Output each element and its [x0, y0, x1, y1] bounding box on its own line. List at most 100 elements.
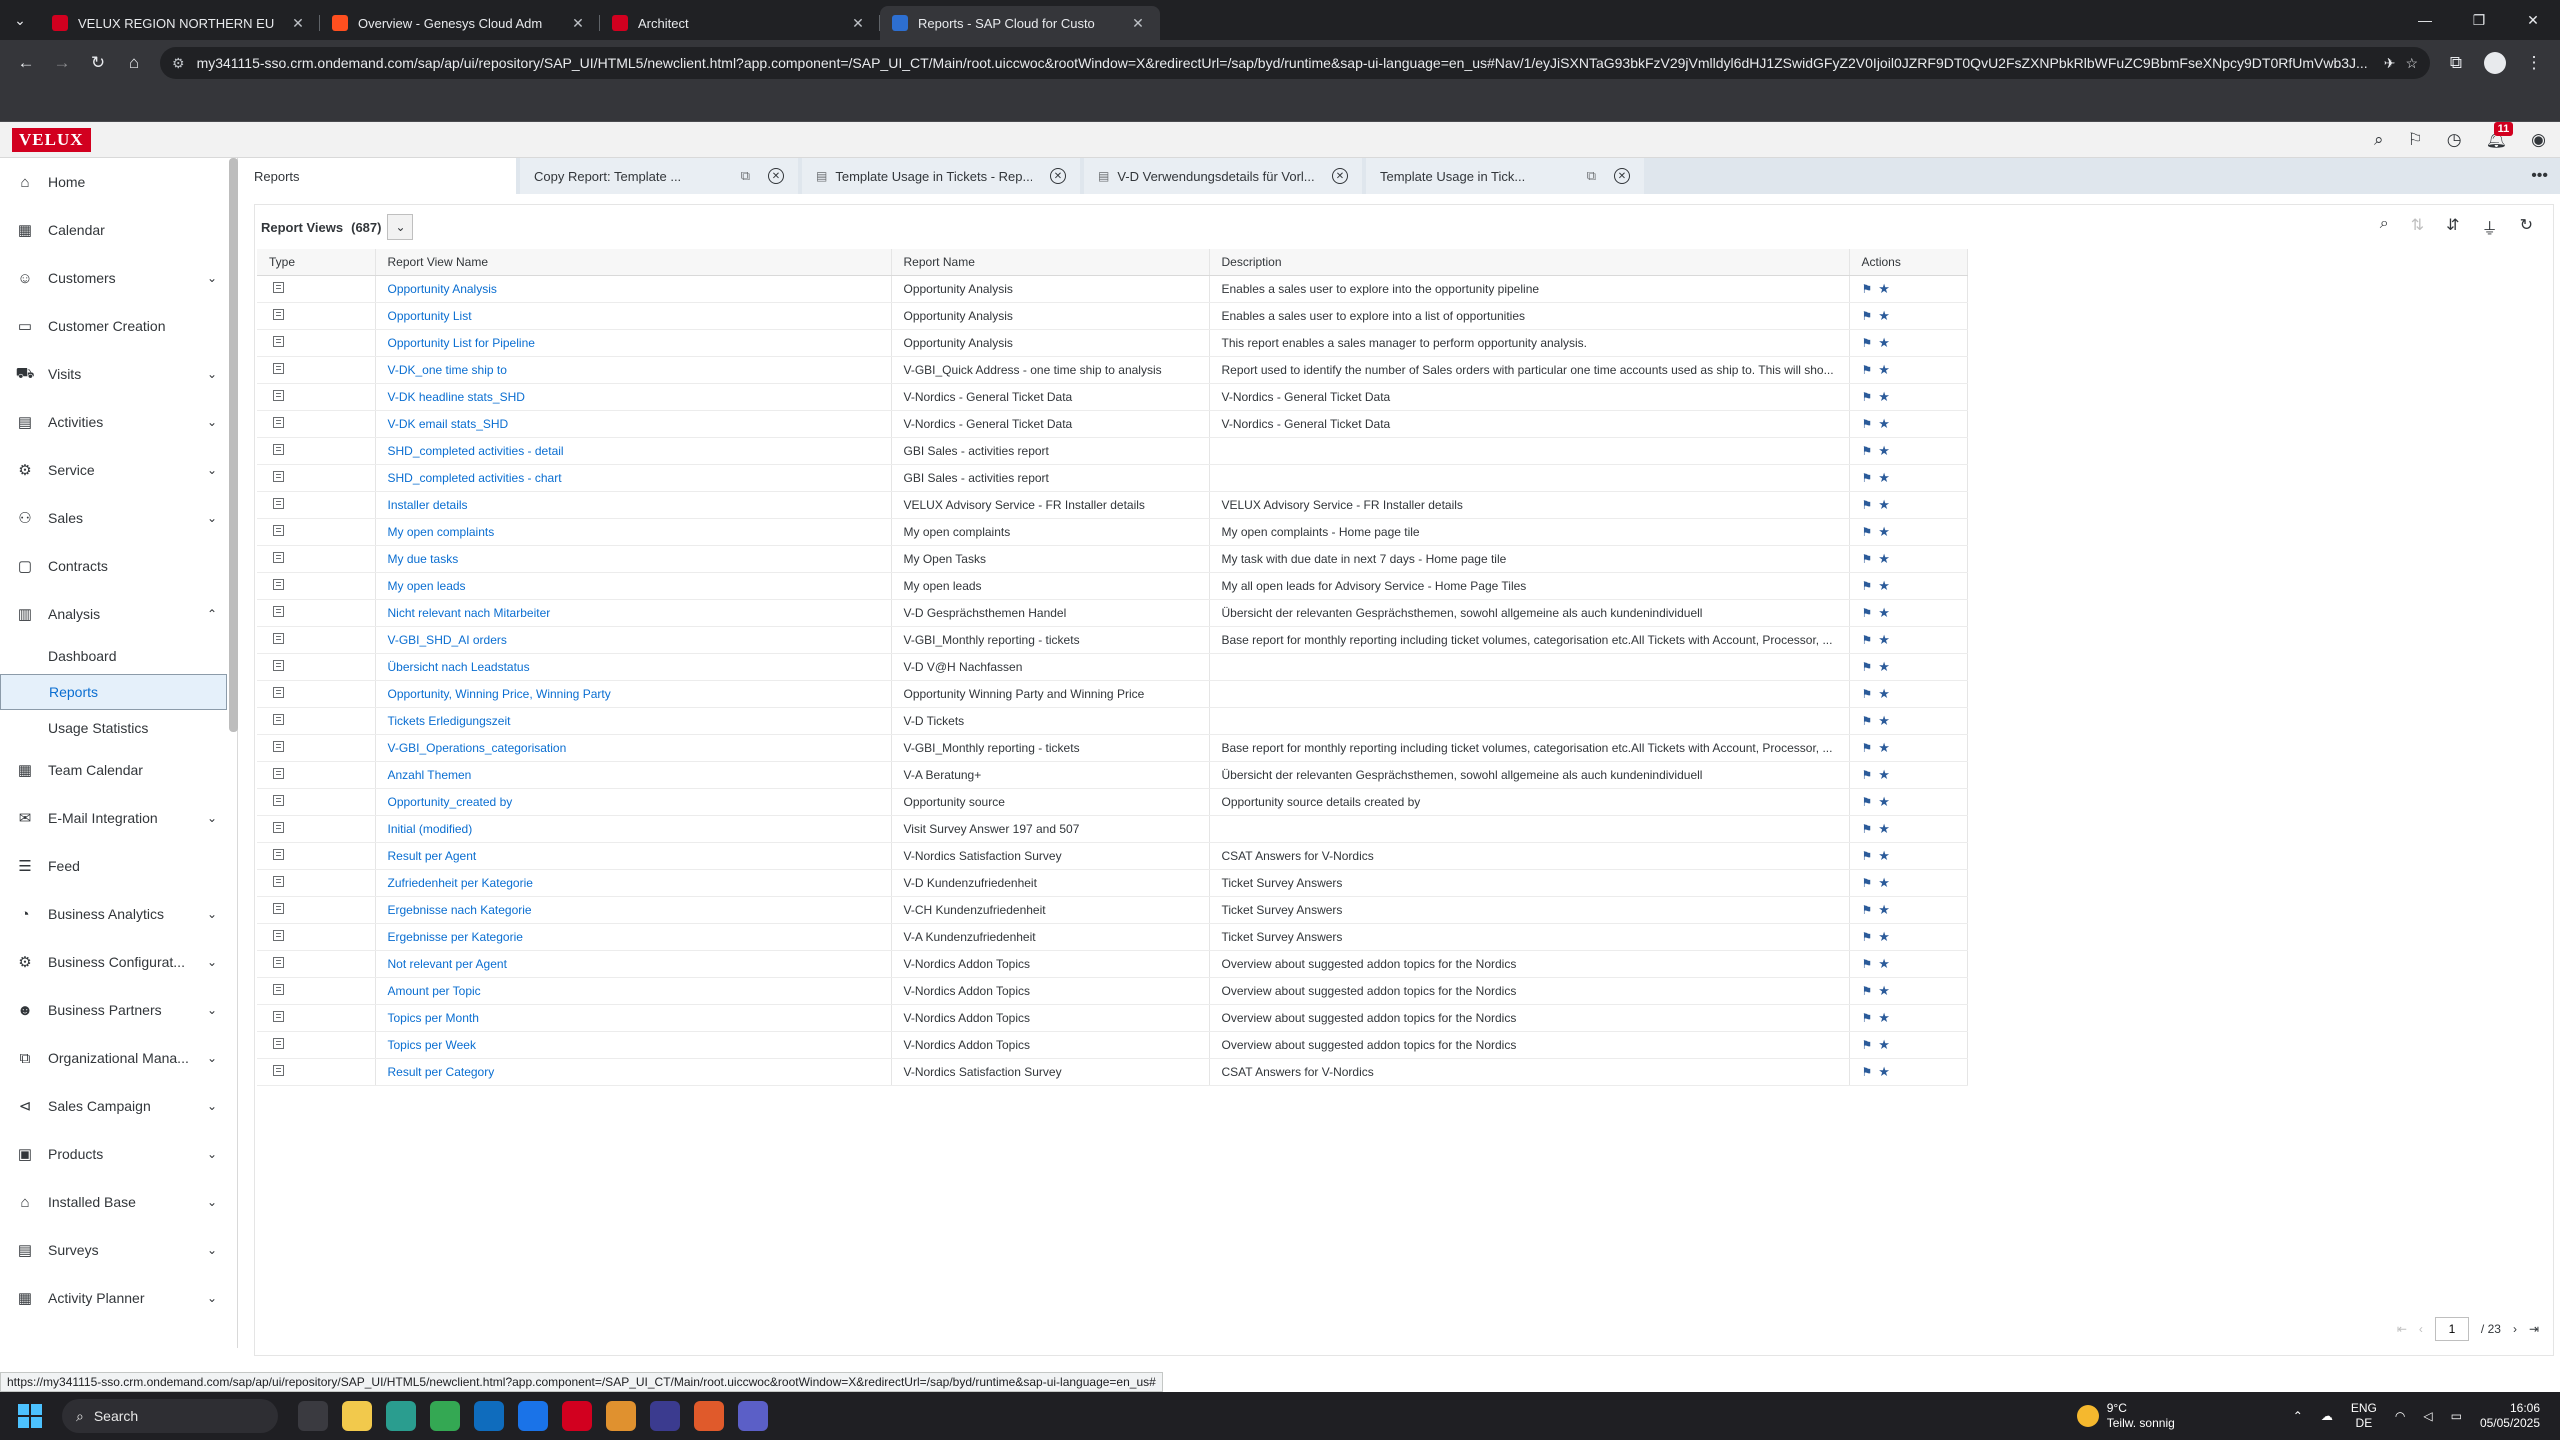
share-icon[interactable]: ✈: [2384, 55, 2396, 72]
tab-search-icon[interactable]: ⌄: [0, 0, 40, 40]
column-header[interactable]: Report View Name: [375, 249, 892, 276]
close-window-icon[interactable]: ✕: [2506, 12, 2560, 29]
sidebar-item[interactable]: ▦ Calendar: [0, 206, 237, 254]
table-row[interactable]: SHD_completed activities - chart GBI Sale…: [257, 464, 1968, 492]
column-header[interactable]: Type: [257, 249, 376, 276]
report-view-name-link[interactable]: Zufriedenheit per Kategorie: [375, 869, 892, 897]
flag-icon[interactable]: ⚑: [1862, 768, 1873, 782]
tab-close-icon[interactable]: ✕: [1614, 168, 1630, 184]
flag-icon[interactable]: ⚑: [1862, 525, 1873, 539]
table-row[interactable]: Initial (modified) Visit Survey Answer 19…: [257, 815, 1968, 843]
tab-close-icon[interactable]: ✕: [768, 168, 784, 184]
flag-icon[interactable]: ⚑: [1862, 795, 1873, 809]
content-tab[interactable]: Template Usage in Tick... ⧉ ✕: [1366, 158, 1644, 194]
favorite-star-icon[interactable]: ★: [1878, 1010, 1890, 1025]
report-view-name-link[interactable]: Opportunity List: [375, 302, 892, 330]
browser-tab[interactable]: VELUX REGION NORTHERN EU ✕: [40, 6, 320, 40]
chevron-icon[interactable]: ⌄: [197, 955, 227, 969]
sidebar-item[interactable]: ⚙ Service ⌄: [0, 446, 237, 494]
favorite-star-icon[interactable]: ★: [1878, 1064, 1890, 1079]
filter-icon[interactable]: ⏚: [2482, 215, 2498, 239]
sidebar-item[interactable]: ▣ Products ⌄: [0, 1130, 237, 1178]
favorite-star-icon[interactable]: ★: [1878, 524, 1890, 539]
table-row[interactable]: Result per Agent V-Nordics Satisfaction S…: [257, 842, 1968, 870]
chevron-icon[interactable]: ⌃: [197, 607, 227, 621]
report-view-name-link[interactable]: Opportunity Analysis: [375, 275, 892, 303]
search-icon[interactable]: ⌕: [2374, 130, 2384, 150]
sidebar-item[interactable]: ⚙ Business Configurat... ⌄: [0, 938, 237, 986]
report-view-name-link[interactable]: Installer details: [375, 491, 892, 519]
task-view-icon[interactable]: [298, 1401, 328, 1431]
table-row[interactable]: My open leads My open leads My all open le…: [257, 572, 1968, 600]
genesys-icon[interactable]: [562, 1401, 592, 1431]
edge-icon[interactable]: [386, 1401, 416, 1431]
favorite-star-icon[interactable]: ★: [1878, 605, 1890, 620]
sidebar-item[interactable]: ⌂ Home: [0, 158, 237, 206]
browser-tab[interactable]: Overview - Genesys Cloud Adm ✕: [320, 6, 600, 40]
sidebar-item[interactable]: ▭ Customer Creation: [0, 302, 237, 350]
favorite-star-icon[interactable]: ★: [1878, 713, 1890, 728]
report-view-name-link[interactable]: V-DK_one time ship to: [375, 356, 892, 384]
restore-icon[interactable]: ❐: [2452, 12, 2506, 29]
flag-icon[interactable]: ⚑: [1862, 390, 1873, 404]
table-row[interactable]: My due tasks My Open Tasks My task with du…: [257, 545, 1968, 573]
flag-icon[interactable]: ⚑: [1862, 633, 1873, 647]
flag-icon[interactable]: ⚑: [1862, 336, 1873, 350]
report-view-name-link[interactable]: Topics per Week: [375, 1031, 892, 1059]
favorite-star-icon[interactable]: ★: [1878, 362, 1890, 377]
start-icon[interactable]: [18, 1404, 42, 1428]
table-row[interactable]: Zufriedenheit per Kategorie V-D Kundenzuf…: [257, 869, 1968, 897]
sidebar-item[interactable]: ▢ Contracts: [0, 542, 237, 590]
table-row[interactable]: Opportunity Analysis Opportunity Analysis…: [257, 275, 1968, 303]
notifications-icon[interactable]: 🔔︎ 11: [2486, 121, 2514, 150]
chevron-icon[interactable]: ⌄: [197, 415, 227, 429]
refresh-icon[interactable]: ↻: [2520, 215, 2533, 239]
tab-close-icon[interactable]: ✕: [288, 15, 308, 32]
table-row[interactable]: Übersicht nach Leadstatus V-D V@H Nachfas…: [257, 653, 1968, 681]
flag-icon[interactable]: ⚑: [1862, 957, 1873, 971]
report-view-name-link[interactable]: Ergebnisse nach Kategorie: [375, 896, 892, 924]
content-tab[interactable]: ▤ V-D Verwendungsdetails für Vorl... ✕: [1084, 158, 1362, 194]
flag-icon[interactable]: ⚑: [1862, 1011, 1873, 1025]
flag-icon[interactable]: ⚑: [1862, 282, 1873, 296]
sidebar-item[interactable]: ☰ Feed: [0, 842, 237, 890]
teams-icon[interactable]: [738, 1401, 768, 1431]
favorite-star-icon[interactable]: ★: [1878, 389, 1890, 404]
column-header[interactable]: Report Name: [891, 249, 1210, 276]
chevron-icon[interactable]: ⌄: [197, 1003, 227, 1017]
browser-menu-icon[interactable]: ⋮: [2516, 45, 2552, 81]
report-view-name-link[interactable]: SHD_completed activities - detail: [375, 437, 892, 465]
tab-close-icon[interactable]: ✕: [1128, 15, 1148, 32]
site-info-icon[interactable]: ⚙: [172, 55, 185, 72]
app-s-icon[interactable]: [694, 1401, 724, 1431]
table-row[interactable]: V-GBI_SHD_AI orders V-GBI_Monthly reporti…: [257, 626, 1968, 654]
favorite-star-icon[interactable]: ★: [1878, 848, 1890, 863]
favorite-star-icon[interactable]: ★: [1878, 632, 1890, 647]
chevron-icon[interactable]: ⌄: [197, 1147, 227, 1161]
report-view-name-link[interactable]: Tickets Erledigungszeit: [375, 707, 892, 735]
report-view-name-link[interactable]: My open complaints: [375, 518, 892, 546]
report-view-name-link[interactable]: V-DK headline stats_SHD: [375, 383, 892, 411]
sidebar-item[interactable]: ▤ Surveys ⌄: [0, 1226, 237, 1274]
report-view-name-link[interactable]: Opportunity List for Pipeline: [375, 329, 892, 357]
url-field[interactable]: ⚙ my341115-sso.crm.ondemand.com/sap/ap/u…: [160, 47, 2430, 79]
recent-icon[interactable]: ◷: [2447, 130, 2462, 150]
content-tab[interactable]: ▤ Template Usage in Tickets - Rep... ✕: [802, 158, 1080, 194]
tab-close-icon[interactable]: ✕: [1332, 168, 1348, 184]
favorite-star-icon[interactable]: ★: [1878, 659, 1890, 674]
chevron-icon[interactable]: ⌄: [197, 811, 227, 825]
table-row[interactable]: V-DK_one time ship to V-GBI_Quick Address…: [257, 356, 1968, 384]
chrome-icon[interactable]: [430, 1401, 460, 1431]
table-row[interactable]: Tickets Erledigungszeit V-D Tickets ⚑ ★: [257, 707, 1968, 735]
flag-icon[interactable]: ⚑: [1862, 471, 1873, 485]
report-view-name-link[interactable]: Result per Agent: [375, 842, 892, 870]
reload-icon[interactable]: ↻: [80, 45, 116, 81]
tab-close-icon[interactable]: ✕: [848, 15, 868, 32]
velux-logo[interactable]: VELUX: [12, 127, 91, 152]
chevron-icon[interactable]: ⌄: [197, 367, 227, 381]
minimize-icon[interactable]: —: [2398, 12, 2452, 28]
table-row[interactable]: Ergebnisse per Kategorie V-A Kundenzufrie…: [257, 923, 1968, 951]
favorite-star-icon[interactable]: ★: [1878, 929, 1890, 944]
language-indicator[interactable]: ENG DE: [2351, 1401, 2377, 1431]
chevron-icon[interactable]: ⌄: [197, 907, 227, 921]
